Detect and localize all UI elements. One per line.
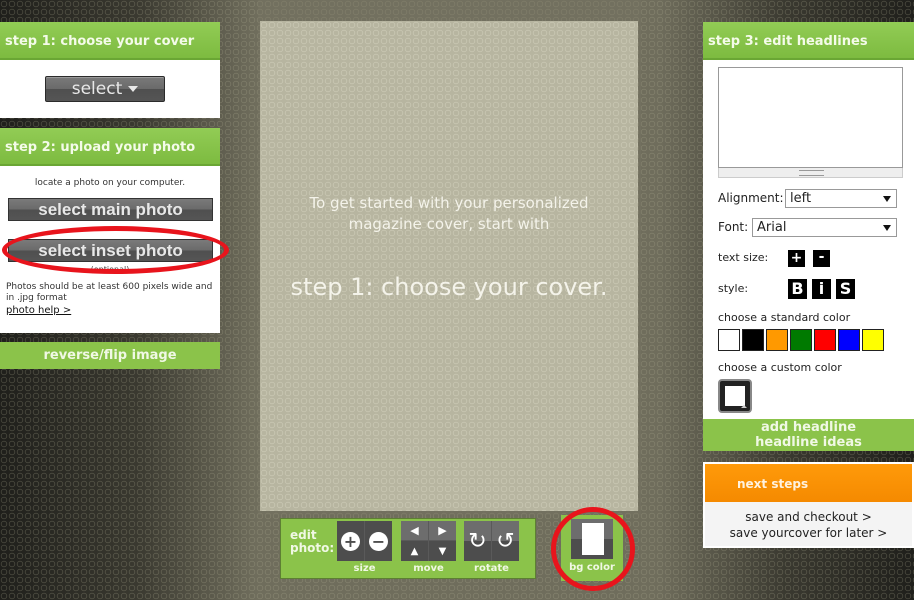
next-steps-panel: next steps save and checkout > save your… [703, 462, 914, 548]
optional-note: (optional) [90, 265, 130, 274]
select-cover-button[interactable]: select [45, 76, 165, 102]
shadow-button[interactable]: S [836, 279, 855, 299]
italic-button[interactable]: i [812, 279, 831, 299]
arrow-right-icon: ▶ [438, 524, 447, 537]
rotate-ccw-button[interactable]: ↺ [492, 521, 519, 561]
cover-canvas[interactable]: To get started with your personalized ma… [260, 21, 638, 511]
reverse-flip-button[interactable]: reverse/flip image [0, 342, 220, 369]
dropdown-arrow-icon [883, 225, 891, 231]
photo-requirements: Photos should be at least 600 pixels wid… [6, 282, 213, 303]
step1-title: step 1: choose your cover [0, 22, 220, 60]
textarea-resize-handle[interactable] [718, 168, 903, 178]
color-swatch[interactable] [766, 329, 788, 351]
save-checkout-link[interactable]: save and checkout > [705, 509, 912, 525]
rotate-group: ↻ ↺ [464, 521, 519, 561]
alignment-label: Alignment: [718, 191, 784, 205]
standard-color-label: choose a standard color [718, 311, 851, 324]
zoom-out-button[interactable]: − [365, 521, 392, 561]
font-label: Font: [718, 220, 749, 234]
rotate-caption: rotate [474, 563, 509, 574]
dropdown-arrow-icon [883, 196, 891, 202]
edit-photo-toolbar: edit photo: + − size ◀ ▶ ▲ ▼ move ↻ ↺ ro… [280, 518, 536, 579]
rotate-cw-button[interactable]: ↻ [464, 521, 491, 561]
arrow-left-icon: ◀ [410, 524, 419, 537]
alignment-select[interactable]: left [785, 189, 897, 208]
color-swatch[interactable] [790, 329, 812, 351]
move-group: ◀ ▶ ▲ ▼ [401, 521, 456, 561]
step3-title: step 3: edit headlines [703, 22, 914, 60]
custom-color-preview [725, 386, 745, 406]
custom-color-label: choose a custom color [718, 361, 842, 374]
select-cover-label: select [71, 79, 123, 99]
step3-panel: step 3: edit headlines Alignment: left F… [703, 22, 914, 422]
bg-color-button[interactable]: bg color [561, 515, 623, 581]
move-right-button[interactable]: ▶ [429, 521, 456, 540]
step1-panel: step 1: choose your cover select [0, 22, 220, 118]
size-group: + − [337, 521, 392, 561]
color-swatch[interactable] [742, 329, 764, 351]
add-headline-button[interactable]: add headline [703, 420, 914, 435]
custom-color-picker[interactable] [718, 379, 752, 413]
alignment-value: left [790, 191, 812, 206]
color-swatch[interactable] [718, 329, 740, 351]
bold-button[interactable]: B [788, 279, 807, 299]
photo-help-link[interactable]: photo help > [6, 305, 71, 316]
upload-hint: locate a photo on your computer. [34, 178, 186, 188]
text-size-increase-button[interactable]: + [788, 250, 805, 267]
headline-actions: add headline headline ideas [703, 419, 914, 451]
text-size-decrease-button[interactable]: - [813, 250, 830, 267]
rotate-counterclockwise-icon: ↺ [496, 528, 515, 554]
move-down-button[interactable]: ▼ [429, 541, 456, 561]
minus-icon: − [369, 531, 388, 551]
font-value: Arial [757, 220, 787, 235]
bg-color-swatch-frame [571, 519, 613, 559]
canvas-call-to-action: step 1: choose your cover. [290, 273, 608, 301]
color-swatch[interactable] [814, 329, 836, 351]
color-swatch[interactable] [838, 329, 860, 351]
rotate-clockwise-icon: ↻ [468, 528, 487, 554]
next-steps-title: next steps [705, 464, 912, 502]
plus-icon: + [341, 531, 360, 551]
style-label: style: [718, 282, 749, 295]
bg-color-label: bg color [569, 562, 615, 573]
save-later-link[interactable]: save yourcover for later > [705, 525, 912, 541]
select-main-photo-button[interactable]: select main photo [8, 198, 213, 221]
canvas-intro: To get started with your personalized ma… [309, 194, 589, 233]
caret-down-icon [128, 86, 139, 92]
size-caption: size [353, 563, 376, 574]
step2-panel: step 2: upload your photo locate a photo… [0, 128, 220, 333]
move-caption: move [413, 563, 444, 574]
bg-color-swatch [582, 523, 604, 555]
arrow-up-icon: ▲ [410, 545, 419, 557]
select-inset-photo-button[interactable]: select inset photo [8, 239, 213, 262]
edit-photo-label: edit photo: [290, 528, 335, 555]
move-up-button[interactable]: ▲ [401, 541, 428, 561]
headline-ideas-button[interactable]: headline ideas [703, 435, 914, 450]
move-left-button[interactable]: ◀ [401, 521, 428, 540]
color-swatch[interactable] [862, 329, 884, 351]
arrow-down-icon: ▼ [438, 545, 447, 557]
text-size-label: text size: [718, 251, 769, 264]
headline-textarea[interactable] [718, 67, 903, 168]
zoom-in-button[interactable]: + [337, 521, 364, 561]
font-select[interactable]: Arial [752, 218, 897, 237]
step2-title: step 2: upload your photo [0, 128, 220, 166]
picker-triangle-icon [741, 405, 747, 408]
